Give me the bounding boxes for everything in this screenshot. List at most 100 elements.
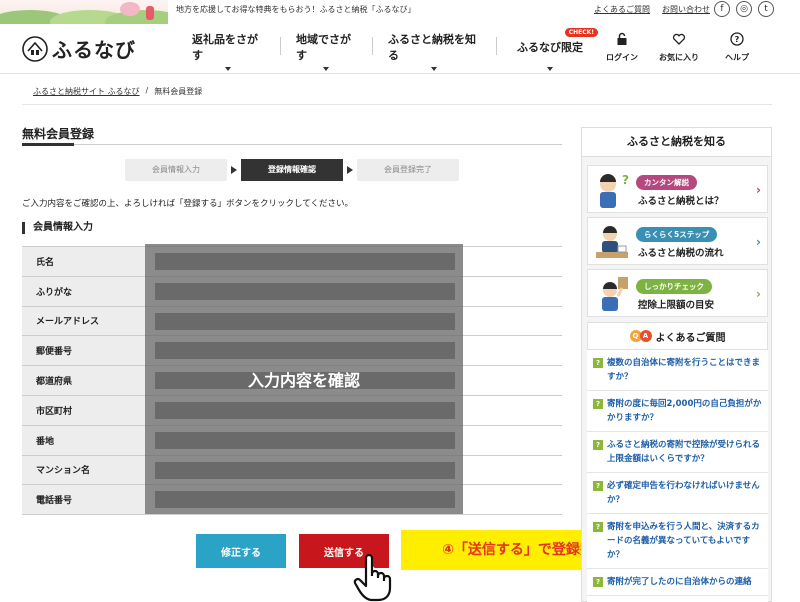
login-button[interactable]: ログイン [597, 32, 647, 63]
contact-link[interactable]: お問い合わせ [662, 4, 710, 15]
card-label: 控除上限額の目安 [638, 300, 715, 311]
instagram-icon[interactable]: ◎ [736, 1, 752, 17]
nav-exclusive[interactable]: ふるなび限定 CHECK! [496, 20, 604, 74]
faq-item[interactable]: ? 寄附を申込みを行う人間と、決済するカードの名義が異なっていてもよいですか？ [587, 514, 768, 569]
nav-search-region[interactable]: 地域でさがす [280, 20, 372, 74]
question-icon: ? [593, 481, 603, 491]
question-icon: ? [593, 577, 603, 587]
field-label: 番地 [22, 425, 145, 455]
field-label: 電話番号 [22, 485, 145, 515]
faq-question: ふるさと納税の寄附で控除が受けられる上限金額はいくらですか？ [607, 440, 761, 464]
title-accent [22, 143, 74, 146]
thinking-person-icon: ? [600, 173, 629, 208]
lock-icon [617, 32, 627, 45]
faq-header: Q A よくあるご質問 [587, 322, 768, 350]
svg-text:?: ? [735, 35, 740, 44]
faq-question: 複数の自治体に寄附を行うことはできますか？ [607, 358, 761, 382]
chevron-right-icon: › [756, 183, 761, 197]
site-tagline: 地方を応援してお得な特典をもらおう！ふるさと納税「ふるなび」 [176, 5, 416, 14]
nav-label: 返礼品をさがす [192, 33, 258, 62]
favorites-label: お気に入り [659, 53, 699, 62]
faq-link[interactable]: よくあるご質問 [594, 4, 650, 15]
nav-search-gifts[interactable]: 返礼品をさがす [176, 20, 280, 74]
step-confirm: 登録情報確認 [241, 159, 343, 181]
svg-text:?: ? [622, 173, 629, 187]
chevron-right-icon: › [756, 287, 761, 301]
desk-person-icon [596, 226, 628, 258]
breadcrumb: ふるさと納税サイト ふるなび / 無料会員登録 [33, 86, 202, 97]
progress-steps: 会員情報入力 登録情報確認 会員登録完了 [125, 159, 459, 181]
divider [22, 104, 772, 105]
caret-down-icon [323, 67, 329, 71]
field-label: ふりがな [22, 276, 145, 306]
logo-house-icon [22, 35, 48, 62]
field-label: 都道府県 [22, 366, 145, 395]
field-label: 郵便番号 [22, 336, 145, 366]
sidebar-card-limit[interactable]: しっかりチェック 控除上限額の目安 › [587, 269, 768, 317]
caret-down-icon [225, 67, 231, 71]
sidebar-title: ふるさと納税を知る [581, 127, 772, 157]
pointer-hand-icon [353, 554, 392, 602]
faq-question: 寄附を申込みを行う人間と、決済するカードの名義が異なっていてもよいですか？ [607, 522, 760, 560]
title-divider [22, 144, 562, 145]
faq-item[interactable]: ? 寄附の度に毎回2,000円の自己負担がかかりますか？ [587, 391, 768, 432]
twitter-icon[interactable]: t [758, 1, 774, 17]
sidebar-card-about[interactable]: ? カンタン解説 ふるさと納税とは？ › [587, 165, 768, 213]
faq-question: 必ず確定申告を行わなければいけませんか？ [607, 481, 760, 505]
instruction-text: ご入力内容をご確認の上、よろしければ「登録する」ボタンをクリックしてください。 [22, 199, 353, 209]
card-label: ふるさと納税の流れ [638, 248, 724, 259]
step-input: 会員情報入力 [125, 159, 227, 181]
nav-label: 地域でさがす [296, 33, 351, 62]
nav-learn[interactable]: ふるさと納税を知る [372, 20, 496, 74]
help-label: ヘルプ [725, 53, 749, 62]
top-links: よくあるご質問 お問い合わせ [594, 4, 710, 15]
nav-label: ふるなび限定 [517, 41, 583, 54]
question-icon: ? [593, 358, 603, 368]
faq-item[interactable]: ? ふるさと納税の寄附で控除が受けられる上限金額はいくらですか？ [587, 432, 768, 473]
raising-hand-person-icon [602, 277, 628, 311]
favorites-button[interactable]: お気に入り [654, 32, 704, 63]
facebook-icon[interactable]: f [714, 1, 730, 17]
field-label: メールアドレス [22, 306, 145, 336]
step-complete: 会員登録完了 [357, 159, 459, 181]
a-badge-icon: A [639, 330, 652, 342]
page-title: 無料会員登録 [22, 127, 95, 141]
edit-button[interactable]: 修正する [196, 534, 286, 568]
step-arrow-icon [227, 159, 241, 181]
caret-down-icon [547, 67, 553, 71]
main-nav: 返礼品をさがす 地域でさがす ふるさと納税を知る ふるなび限定 CHECK! [176, 20, 604, 74]
field-label: 市区町村 [22, 395, 145, 425]
login-label: ログイン [606, 53, 638, 62]
sidebar-card-flow[interactable]: らくらく5ステップ ふるさと納税の流れ › [587, 217, 768, 265]
faq-title: よくあるご質問 [655, 332, 726, 344]
faq-item[interactable]: ? 必ず確定申告を行わなければいけませんか？ [587, 473, 768, 514]
question-icon: ? [593, 440, 603, 450]
breadcrumb-current: 無料会員登録 [154, 87, 203, 96]
faq-question: 寄附の度に毎回2,000円の自己負担がかかりますか？ [607, 399, 762, 423]
site-logo[interactable]: ふるなび [22, 34, 136, 63]
top-strip: 地方を応援してお得な特典をもらおう！ふるさと納税「ふるなび」 よくあるご質問 お… [0, 0, 800, 24]
faq-question: 寄附が完了したのに自治体からの連絡 [607, 577, 752, 587]
card-tag: しっかりチェック [636, 279, 712, 294]
question-icon: ? [593, 399, 603, 409]
step-arrow-icon [343, 159, 357, 181]
check-badge: CHECK! [564, 28, 598, 37]
help-icon: ? [730, 32, 744, 46]
card-tag: カンタン解説 [636, 175, 697, 190]
field-label: マンション名 [22, 455, 145, 485]
card-tag: らくらく5ステップ [636, 227, 718, 242]
question-icon: ? [593, 522, 603, 532]
heart-icon [672, 33, 686, 45]
overlay-caption: 入力内容を確認 [247, 371, 360, 390]
faq-list: ? 複数の自治体に寄附を行うことはできますか？ ? 寄附の度に毎回2,000円の… [587, 350, 768, 602]
breadcrumb-home[interactable]: ふるさと納税サイト ふるなび [33, 86, 140, 97]
card-label: ふるさと納税とは？ [638, 196, 724, 207]
faq-item[interactable]: ? 複数の自治体に寄附を行うことはできますか？ [587, 350, 768, 391]
field-label: 氏名 [22, 247, 145, 276]
logo-text: ふるなび [52, 38, 136, 62]
faq-item[interactable]: ? 寄附が完了したのに自治体からの連絡 [587, 569, 768, 596]
section-title: 会員情報入力 [22, 222, 93, 234]
breadcrumb-separator: / [145, 86, 149, 95]
help-button[interactable]: ? ヘルプ [712, 32, 762, 63]
site-header: ふるなび 返礼品をさがす 地域でさがす ふるさと納税を知る ふるなび限定 CHE… [0, 20, 800, 74]
